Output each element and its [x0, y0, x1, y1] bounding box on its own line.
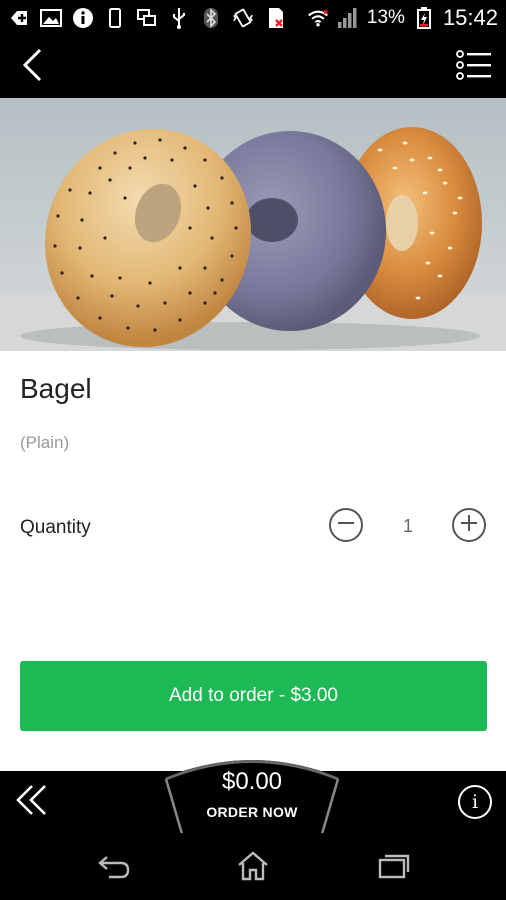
signal-icon	[337, 7, 359, 29]
order-now-button[interactable]: $0.00 ORDER NOW	[162, 748, 342, 834]
action-bar	[0, 36, 506, 98]
image-icon	[40, 7, 62, 29]
minus-icon	[337, 514, 355, 537]
decrease-quantity-button[interactable]	[329, 508, 363, 542]
bluetooth-icon	[200, 7, 222, 29]
status-bar: 13% 15:42	[0, 0, 506, 36]
product-image	[0, 98, 506, 351]
increase-quantity-button[interactable]	[452, 508, 486, 542]
battery-charging-icon	[413, 7, 435, 29]
double-chevron-left-icon	[15, 784, 49, 821]
back-button[interactable]	[14, 48, 50, 86]
order-now-label: ORDER NOW	[206, 804, 298, 820]
system-nav-bar	[0, 833, 506, 900]
info-button[interactable]: i	[458, 785, 492, 819]
nav-recents-button[interactable]	[374, 851, 414, 885]
usb-icon	[168, 7, 190, 29]
wifi-icon	[307, 7, 329, 29]
list-menu-icon	[456, 49, 492, 85]
add-to-order-button[interactable]: Add to order - $3.00	[20, 661, 487, 731]
recent-apps-icon	[378, 853, 410, 884]
item-title: Bagel	[20, 373, 92, 404]
item-option: (Plain)	[20, 433, 70, 452]
info-icon	[72, 7, 94, 29]
phone-icon	[104, 7, 126, 29]
order-total: $0.00	[221, 768, 283, 795]
menu-button[interactable]	[454, 48, 494, 86]
battery-percent: 13%	[366, 7, 405, 28]
add-icon	[8, 7, 30, 29]
home-icon	[236, 850, 270, 886]
chevron-left-icon	[21, 48, 43, 87]
nav-back-button[interactable]	[94, 851, 134, 885]
clock: 15:42	[442, 5, 498, 30]
sd-card-icon	[264, 7, 286, 29]
back-arrow-icon	[97, 853, 131, 884]
plus-icon	[460, 514, 478, 537]
double-back-button[interactable]	[14, 783, 50, 821]
vibrate-icon	[232, 7, 254, 29]
item-detail: Bagel (Plain) Quantity 1 Add to order - …	[0, 351, 506, 771]
quantity-value: 1	[402, 516, 413, 536]
info-icon: i	[471, 791, 479, 813]
nav-home-button[interactable]	[233, 850, 273, 886]
quantity-label: Quantity	[20, 517, 91, 538]
windows-icon	[136, 7, 158, 29]
